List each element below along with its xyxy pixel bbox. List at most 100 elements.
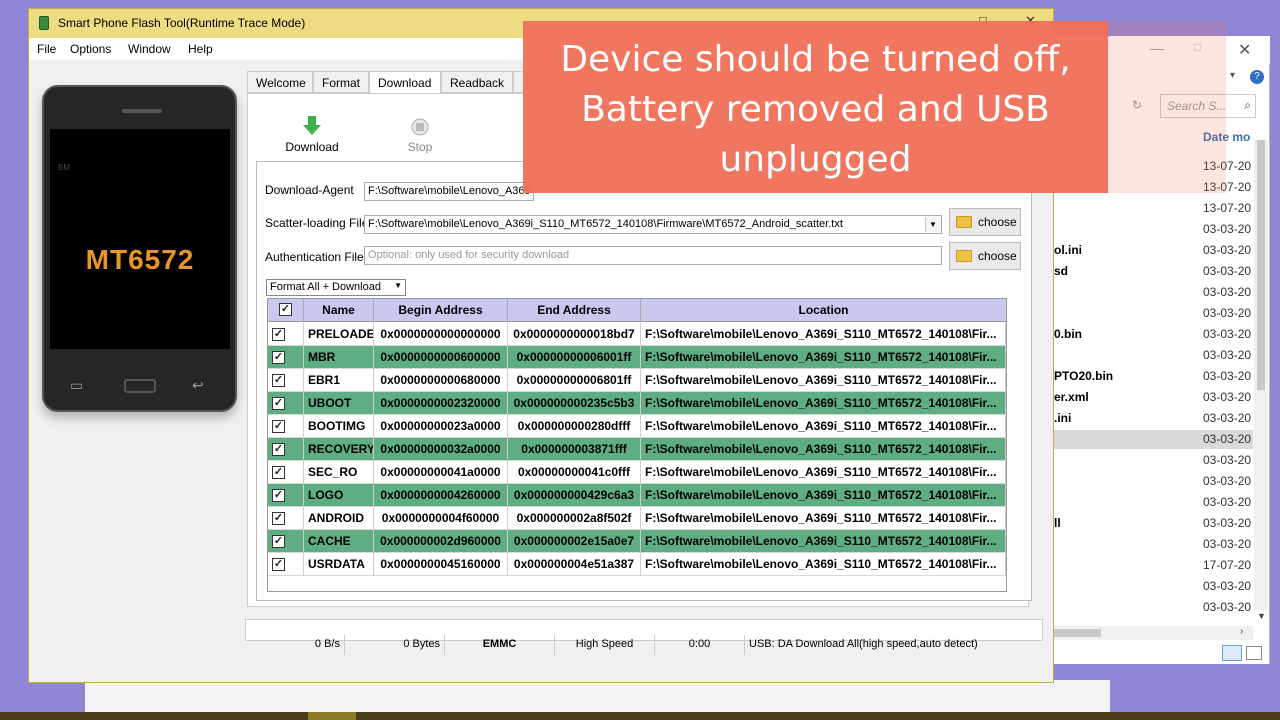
select-all-checkbox[interactable]: ✓ [279,303,292,316]
explorer-date: 03-03-20 [1203,222,1252,236]
row-checkbox[interactable]: ✓ [272,443,285,456]
folder-icon [956,216,972,228]
window-title: Smart Phone Flash Tool(Runtime Trace Mod… [58,16,306,30]
stop-icon [411,118,429,136]
tab-welcome[interactable]: Welcome [247,71,313,93]
row-checkbox-cell: ✓ [268,484,304,507]
explorer-date: 03-03-20 [1203,243,1252,257]
download-mode-value: Format All + Download [270,281,381,293]
explorer-date: 03-03-20 [1203,495,1252,509]
explorer-close-icon[interactable]: ✕ [1238,40,1251,60]
table-row[interactable]: ✓ RECOVERY 0x00000000032a0000 0x00000000387… [268,438,1006,461]
row-checkbox-cell: ✓ [268,530,304,553]
table-row[interactable]: ✓ UBOOT 0x0000000002320000 0x000000000235c5… [268,392,1006,415]
header-name[interactable]: Name [304,299,374,322]
tab-download[interactable]: Download [369,71,441,94]
home-key-icon [124,379,156,393]
row-checkbox[interactable]: ✓ [272,535,285,548]
menu-help[interactable]: Help [188,42,213,56]
menu-window[interactable]: Window [128,42,171,56]
help-icon[interactable]: ? [1250,70,1264,84]
table-row[interactable]: ✓ PRELOADER0x00000000000000000x0000000000… [268,323,1006,346]
explorer-horizontal-scrollbar[interactable] [1053,626,1253,640]
cell-begin: 0x0000000000000000 [374,323,508,346]
table-row[interactable]: ✓ LOGO 0x0000000004260000 0x000000000429c6a… [268,484,1006,507]
tab-format[interactable]: Format [313,71,369,93]
table-row[interactable]: ✓ EBR1 0x0000000000680000 0x00000000006801f… [268,369,1006,392]
row-checkbox[interactable]: ✓ [272,351,285,364]
cell-begin: 0x00000000041a0000 [374,461,508,484]
table-row[interactable]: ✓ SEC_RO 0x00000000041a0000 0x00000000041c0… [268,461,1006,484]
download-agent-label: Download-Agent [265,183,354,197]
download-button[interactable]: Download [284,116,340,154]
cell-begin: 0x0000000045160000 [374,553,508,576]
explorer-file[interactable]: ll [1054,516,1061,530]
table-header: ✓ Name Begin Address End Address Locatio… [268,299,1006,322]
scatter-file-value: F:\Software\mobile\Lenovo_A369i_S110_MT6… [368,218,843,230]
cell-name: USRDATA [304,553,374,576]
stop-button[interactable]: Stop [398,118,442,154]
explorer-file[interactable]: er.xml [1054,390,1089,404]
table-row[interactable]: ✓ BOOTIMG 0x00000000023a0000 0x000000000280… [268,415,1006,438]
row-checkbox[interactable]: ✓ [272,420,285,433]
scrollbar-thumb[interactable] [1053,629,1101,637]
cell-begin: 0x00000000023a0000 [374,415,508,438]
row-checkbox[interactable]: ✓ [272,489,285,502]
cell-begin: 0x00000000032a0000 [374,438,508,461]
table-row[interactable]: ✓ ANDROID 0x0000000004f60000 0x000000002a8f… [268,507,1006,530]
table-row[interactable]: ✓ USRDATA 0x0000000045160000 0x000000004e51… [268,553,1006,576]
explorer-file[interactable]: .ini [1054,411,1071,425]
chevron-down-icon[interactable]: ▼ [925,217,940,232]
explorer-file[interactable]: sd [1054,264,1068,278]
status-speed: 0 B/s [245,635,345,655]
table-row[interactable]: ✓ MBR 0x0000000000600000 0x00000000006001ff… [268,346,1006,369]
auth-file-field[interactable]: Optional: only used for security downloa… [364,246,942,265]
search-icon: ⌕ [1244,98,1251,112]
scroll-down-icon[interactable]: ▼ [1257,611,1266,621]
cell-loc: F:\Software\mobile\Lenovo_A369i_S110_MT6… [641,369,1006,392]
row-checkbox[interactable]: ✓ [272,328,285,341]
taskbar-active-item[interactable] [308,712,356,720]
menu-options[interactable]: Options [70,42,111,56]
explorer-date: 17-07-20 [1203,558,1252,572]
chevron-down-icon[interactable]: ▾ [1230,70,1235,81]
scroll-right-icon[interactable]: › [1240,626,1243,637]
row-checkbox-cell: ✓ [268,507,304,530]
row-checkbox[interactable]: ✓ [272,397,285,410]
scatter-file-field[interactable]: F:\Software\mobile\Lenovo_A369i_S110_MT6… [364,215,942,234]
scrollbar-thumb[interactable] [1257,140,1265,390]
row-checkbox[interactable]: ✓ [272,512,285,525]
row-checkbox[interactable]: ✓ [272,558,285,571]
explorer-date: 03-03-20 [1203,390,1252,404]
cell-end: 0x000000000235c5b3 [508,392,641,415]
details-view-icon[interactable] [1222,645,1242,661]
menu-file[interactable]: File [37,42,56,56]
status-time: 0:00 [655,635,745,655]
cell-name: EBR1 [304,369,374,392]
explorer-file[interactable]: PTO20.bin [1054,369,1113,383]
explorer-date: 03-03-20 [1203,306,1252,320]
explorer-file[interactable]: ol.ini [1054,243,1082,257]
row-checkbox[interactable]: ✓ [272,466,285,479]
header-begin-address[interactable]: Begin Address [374,299,508,322]
banner-line-2: Battery removed and USB [581,89,1050,130]
header-end-address[interactable]: End Address [508,299,641,322]
explorer-vertical-scrollbar[interactable] [1254,140,1268,610]
status-bar: 0 B/s 0 Bytes EMMC High Speed 0:00 USB: … [245,635,1043,655]
download-mode-select[interactable]: Format All + Download ▼ [266,279,406,296]
large-icons-view-icon[interactable] [1246,646,1262,660]
cell-end: 0x000000002e15a0e7 [508,530,641,553]
row-checkbox[interactable]: ✓ [272,374,285,387]
chip-label: MT6572 [85,244,195,275]
table-row[interactable]: ✓ CACHE 0x000000002d960000 0x000000002e15a0… [268,530,1006,553]
auth-choose-button[interactable]: choose [949,242,1021,270]
cell-loc: F:\Software\mobile\Lenovo_A369i_S110_MT6… [641,461,1006,484]
explorer-file[interactable]: 0.bin [1054,327,1082,341]
explorer-date: 03-03-20 [1203,537,1252,551]
header-location[interactable]: Location [641,299,1006,322]
header-select-all[interactable]: ✓ [268,299,304,322]
row-checkbox-cell: ✓ [268,369,304,392]
explorer-date: 03-03-20 [1203,516,1252,530]
cell-end: 0x00000000006001ff [508,346,641,369]
scatter-choose-button[interactable]: choose [949,208,1021,236]
